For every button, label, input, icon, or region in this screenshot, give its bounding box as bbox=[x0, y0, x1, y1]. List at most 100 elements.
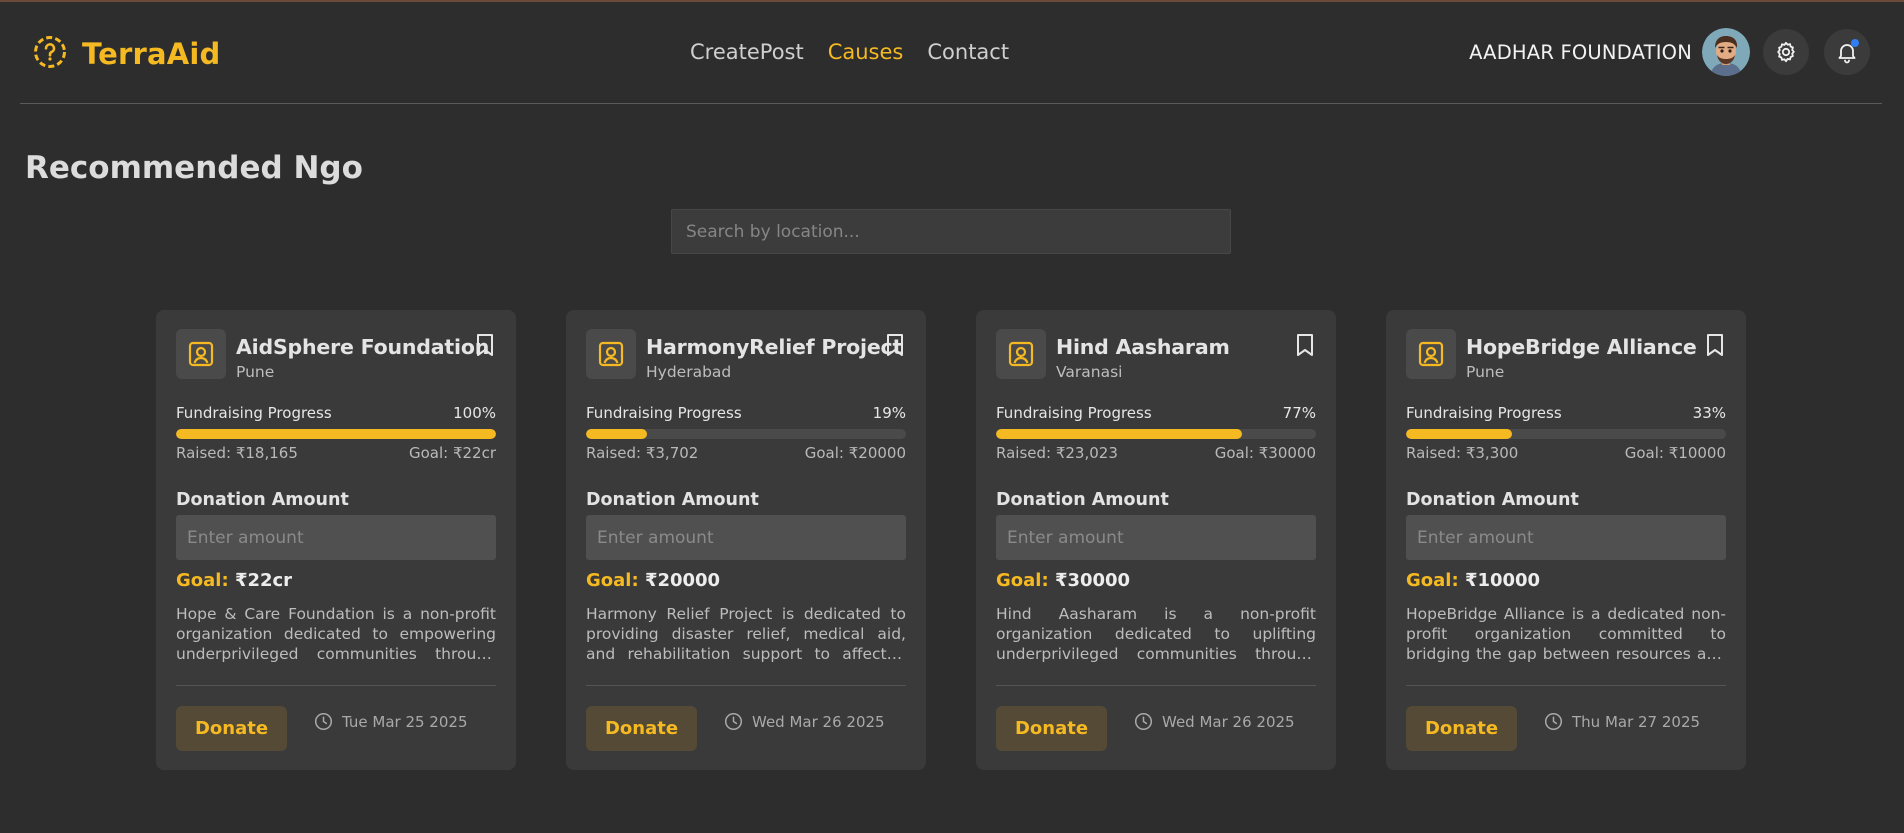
progress-label: Fundraising Progress bbox=[586, 404, 742, 422]
raised-amount: Raised: ₹18,165 bbox=[176, 444, 298, 462]
post-date: Wed Mar 26 2025 bbox=[724, 712, 885, 731]
page-title: Recommended Ngo bbox=[25, 150, 363, 186]
donation-amount-label: Donation Amount bbox=[586, 490, 759, 510]
progress-bar bbox=[176, 429, 496, 439]
raised-amount: Raised: ₹3,702 bbox=[586, 444, 699, 462]
date-text: Thu Mar 27 2025 bbox=[1572, 712, 1701, 731]
card-divider bbox=[1406, 685, 1726, 686]
ngo-card: AidSphere Foundation Pune Fundraising Pr… bbox=[156, 310, 516, 770]
post-date: Wed Mar 26 2025 bbox=[1134, 712, 1295, 731]
ngo-location: Varanasi bbox=[1056, 363, 1123, 381]
goal-amount: Goal: ₹10000 bbox=[1624, 444, 1726, 462]
progress-header: Fundraising Progress 33% bbox=[1406, 404, 1726, 422]
date-text: Wed Mar 26 2025 bbox=[1162, 712, 1295, 731]
goal-line: Goal: ₹20000 bbox=[586, 570, 720, 591]
goal-value: ₹20000 bbox=[644, 570, 721, 591]
raised-amount: Raised: ₹3,300 bbox=[1406, 444, 1519, 462]
raised-row: Raised: ₹18,165 Goal: ₹22cr bbox=[176, 444, 496, 462]
nav-contact[interactable]: Contact bbox=[927, 40, 1009, 64]
brand[interactable]: TerraAid bbox=[32, 34, 221, 74]
progress-bar-fill bbox=[586, 429, 647, 439]
ngo-description: HopeBridge Alliance is a dedicated non-p… bbox=[1406, 605, 1726, 663]
amount-input[interactable] bbox=[1406, 515, 1726, 560]
avatar[interactable] bbox=[1702, 28, 1750, 76]
progress-header: Fundraising Progress 100% bbox=[176, 404, 496, 422]
user-square-icon bbox=[598, 341, 624, 367]
ngo-location: Pune bbox=[1466, 363, 1505, 381]
bookmark-icon[interactable] bbox=[1294, 332, 1316, 362]
ngo-description: Hope & Care Foundation is a non-profit o… bbox=[176, 605, 496, 663]
goal-line: Goal: ₹30000 bbox=[996, 570, 1130, 591]
ngo-logo bbox=[1406, 329, 1456, 379]
progress-label: Fundraising Progress bbox=[1406, 404, 1562, 422]
ngo-name: AidSphere Foundation bbox=[236, 335, 490, 359]
user-square-icon bbox=[188, 341, 214, 367]
raised-row: Raised: ₹23,023 Goal: ₹30000 bbox=[996, 444, 1316, 462]
ngo-name: Hind Aasharam bbox=[1056, 335, 1230, 359]
progress-bar bbox=[1406, 429, 1726, 439]
amount-input[interactable] bbox=[586, 515, 906, 560]
amount-input[interactable] bbox=[996, 515, 1316, 560]
donation-amount-label: Donation Amount bbox=[996, 490, 1169, 510]
date-text: Tue Mar 25 2025 bbox=[342, 712, 468, 731]
goal-line: Goal: ₹22cr bbox=[176, 570, 292, 591]
user-name: AADHAR FOUNDATION bbox=[1469, 40, 1692, 64]
ngo-name: HopeBridge Alliance bbox=[1466, 335, 1697, 359]
user-square-icon bbox=[1008, 341, 1034, 367]
ngo-name: HarmonyRelief Project bbox=[646, 335, 903, 359]
amount-input[interactable] bbox=[176, 515, 496, 560]
clock-icon bbox=[1134, 712, 1153, 731]
user-square-icon bbox=[1418, 341, 1444, 367]
notification-dot bbox=[1851, 39, 1859, 47]
notifications-button[interactable] bbox=[1824, 29, 1870, 75]
ngo-location: Pune bbox=[236, 363, 275, 381]
goal-label: Goal: bbox=[176, 570, 229, 591]
donate-button[interactable]: Donate bbox=[1406, 706, 1517, 751]
ngo-logo bbox=[996, 329, 1046, 379]
bookmark-icon[interactable] bbox=[884, 332, 906, 362]
donate-button[interactable]: Donate bbox=[586, 706, 697, 751]
goal-value: ₹22cr bbox=[234, 570, 293, 591]
clock-icon bbox=[1544, 712, 1563, 731]
progress-bar-fill bbox=[176, 429, 496, 439]
card-header: Hind Aasharam Varanasi bbox=[996, 329, 1316, 383]
user-area: AADHAR FOUNDATION bbox=[1469, 28, 1870, 76]
progress-bar-fill bbox=[996, 429, 1243, 439]
avatar-icon bbox=[1702, 28, 1750, 76]
settings-button[interactable] bbox=[1763, 29, 1809, 75]
progress-bar-fill bbox=[1406, 429, 1512, 439]
brand-name: TerraAid bbox=[82, 37, 221, 71]
bookmark-icon[interactable] bbox=[1704, 332, 1726, 362]
clock-icon bbox=[724, 712, 743, 731]
progress-label: Fundraising Progress bbox=[176, 404, 332, 422]
progress-percent: 19% bbox=[872, 404, 906, 422]
goal-label: Goal: bbox=[586, 570, 639, 591]
main-nav: CreatePost Causes Contact bbox=[690, 0, 1009, 104]
raised-row: Raised: ₹3,300 Goal: ₹10000 bbox=[1406, 444, 1726, 462]
ngo-card: HopeBridge Alliance Pune Fundraising Pro… bbox=[1386, 310, 1746, 770]
card-divider bbox=[586, 685, 906, 686]
progress-percent: 33% bbox=[1692, 404, 1726, 422]
goal-label: Goal: bbox=[996, 570, 1049, 591]
donate-button[interactable]: Donate bbox=[996, 706, 1107, 751]
gear-icon bbox=[1777, 41, 1795, 63]
progress-percent: 77% bbox=[1282, 404, 1316, 422]
ngo-logo bbox=[176, 329, 226, 379]
bookmark-icon[interactable] bbox=[474, 332, 496, 362]
card-header: HopeBridge Alliance Pune bbox=[1406, 329, 1726, 383]
search-input[interactable] bbox=[671, 209, 1231, 254]
raised-amount: Raised: ₹23,023 bbox=[996, 444, 1118, 462]
ngo-logo bbox=[586, 329, 636, 379]
progress-percent: 100% bbox=[453, 404, 496, 422]
donate-button[interactable]: Donate bbox=[176, 706, 287, 751]
ngo-card: Hind Aasharam Varanasi Fundraising Progr… bbox=[976, 310, 1336, 770]
goal-label: Goal: bbox=[1406, 570, 1459, 591]
ngo-description: Hind Aasharam is a non-profit organizati… bbox=[996, 605, 1316, 663]
goal-amount: Goal: ₹20000 bbox=[804, 444, 906, 462]
post-date: Tue Mar 25 2025 bbox=[314, 712, 468, 731]
progress-header: Fundraising Progress 77% bbox=[996, 404, 1316, 422]
card-header: AidSphere Foundation Pune bbox=[176, 329, 496, 383]
card-divider bbox=[176, 685, 496, 686]
nav-createpost[interactable]: CreatePost bbox=[690, 40, 804, 64]
nav-causes[interactable]: Causes bbox=[828, 40, 904, 64]
